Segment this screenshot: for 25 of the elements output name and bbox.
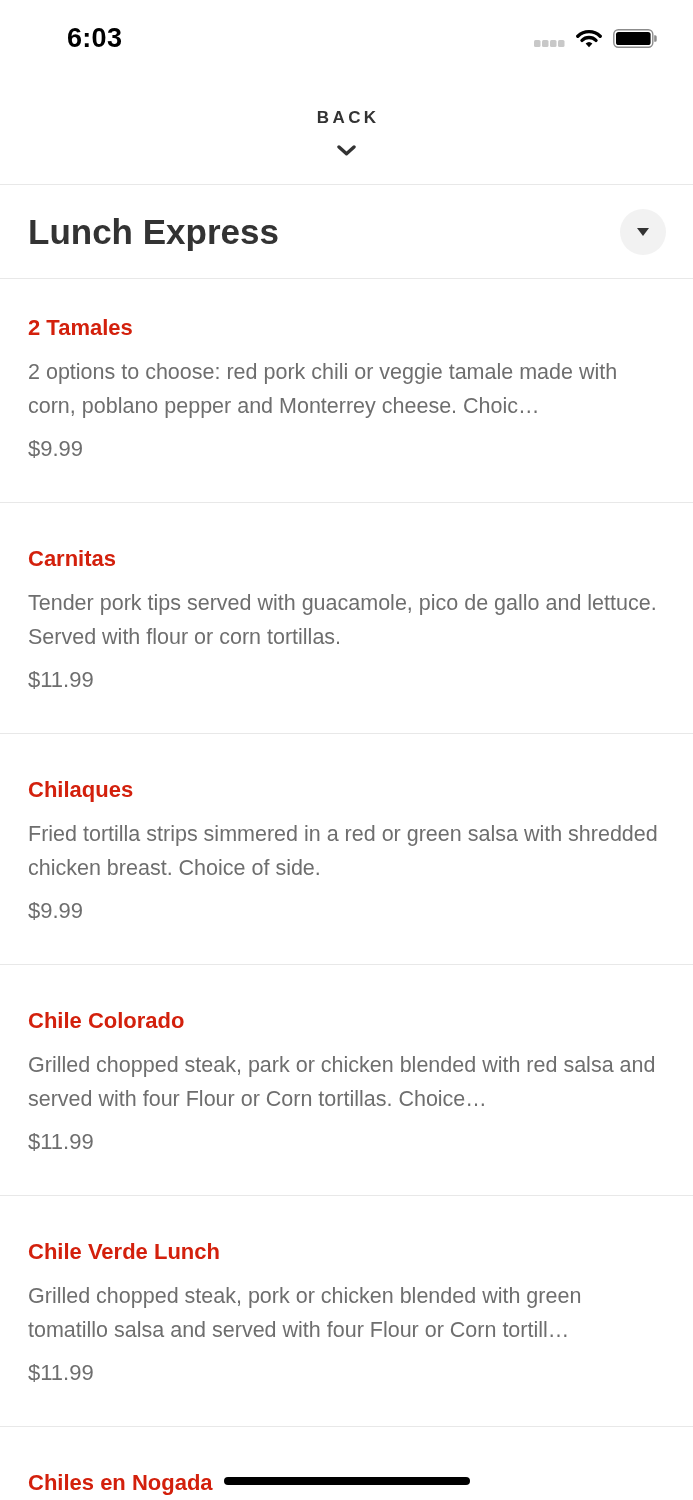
section-title: Lunch Express bbox=[28, 210, 279, 253]
item-description: Grilled chopped steak, pork or chicken blended with green tomatillo salsa and served with four Flour or Corn tortill… bbox=[28, 1283, 583, 1344]
item-price: $11.99 bbox=[28, 1359, 94, 1387]
item-name[interactable]: Chilaques bbox=[28, 776, 134, 804]
item-name[interactable]: 2 Tamales bbox=[28, 314, 133, 342]
item-description: 2 options to choose: red pork chili or veggie tamale made with corn, poblano pepper and Monterrey cheese. Choic… bbox=[28, 359, 619, 420]
item-name[interactable]: Chile Colorado bbox=[28, 1007, 185, 1035]
item-name[interactable]: Chiles en Nogada bbox=[28, 1469, 213, 1497]
item-price: $9.99 bbox=[28, 435, 84, 463]
battery-icon bbox=[613, 28, 657, 48]
chevron-down-icon bbox=[337, 145, 356, 156]
signal-icon bbox=[534, 39, 565, 47]
status-time: 6:03 bbox=[67, 22, 123, 54]
item-price: $11.99 bbox=[28, 1128, 94, 1156]
item-name[interactable]: Carnitas bbox=[28, 545, 117, 573]
item-price: $11.99 bbox=[28, 666, 94, 694]
item-price: $9.99 bbox=[28, 897, 84, 925]
caret-down-icon bbox=[637, 227, 649, 236]
item-name[interactable]: Chile Verde Lunch bbox=[28, 1238, 220, 1266]
back-button[interactable]: BACK bbox=[313, 106, 380, 156]
item-description: Fried tortilla strips simmered in a red or green salsa with shredded chicken breast. Choice of side. bbox=[28, 821, 659, 882]
item-description: Grilled chopped steak, park or chicken blended with red salsa and served with four Flour or Corn tortillas. Choice… bbox=[28, 1052, 657, 1113]
wifi-icon bbox=[576, 28, 602, 48]
item-description: Tender pork tips served with guacamole, pico de gallo and lettuce. Served with flour or corn tortillas. bbox=[28, 590, 658, 651]
dropdown-button[interactable] bbox=[620, 208, 666, 255]
